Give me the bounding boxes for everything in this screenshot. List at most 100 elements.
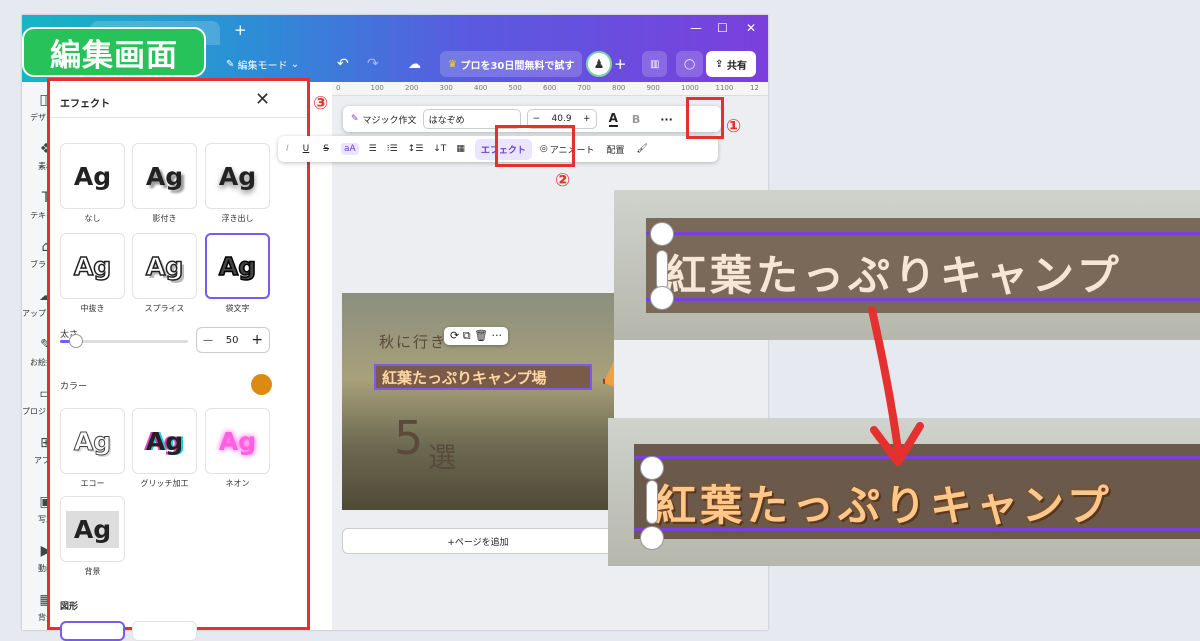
list-icon[interactable]: ⁝☰: [387, 144, 398, 154]
ruler-tick: 800: [612, 84, 626, 92]
vertical-text-icon[interactable]: ↓T: [433, 144, 446, 154]
close-window-icon[interactable]: ✕: [746, 21, 756, 35]
selection-line: [646, 232, 1200, 235]
effect-background-label: 背景: [84, 567, 101, 576]
effect-hollow-label: 中抜き: [80, 304, 105, 313]
edit-mode-label: 編集モード: [237, 60, 288, 72]
minimize-icon[interactable]: —: [690, 21, 702, 35]
resize-handle: [640, 526, 664, 550]
strikethrough-icon[interactable]: S: [323, 144, 329, 154]
thickness-stepper[interactable]: — 50 +: [196, 327, 270, 353]
try-pro-button[interactable]: ♛ プロを30日間無料で試す: [440, 51, 583, 77]
thickness-slider[interactable]: [60, 334, 188, 348]
magic-write-button[interactable]: マジック作文: [363, 113, 417, 126]
rotate-icon[interactable]: ⟳: [450, 329, 459, 342]
effect-background-text: Ag: [65, 510, 120, 548]
delete-icon[interactable]: 🗑: [474, 329, 488, 342]
zoom-after-text: 紅葉たっぷりキャンプ: [654, 481, 1113, 530]
shape-option-tile-2[interactable]: [132, 621, 197, 641]
user-avatar-icon: ♟: [586, 51, 612, 77]
insights-icon[interactable]: ▥: [642, 51, 668, 77]
add-page-button[interactable]: +ページを追加: [342, 528, 614, 554]
comment-icon[interactable]: ◯: [676, 51, 704, 77]
shape-option-tile[interactable]: [60, 621, 125, 641]
thickness-value[interactable]: 50: [226, 335, 239, 346]
effect-none-tile[interactable]: Ag: [60, 143, 125, 209]
element-more-icon[interactable]: ···: [492, 329, 503, 342]
highlight-effect-button: [495, 125, 575, 167]
transparency-icon[interactable]: ▦: [456, 144, 465, 154]
effect-background-tile[interactable]: Ag: [60, 496, 125, 562]
effect-echo-label: エコー: [80, 479, 105, 488]
effect-neon-label: ネオン: [225, 479, 250, 488]
design-subtitle[interactable]: 秋に行き: [379, 331, 447, 352]
ruler-tick: 200: [405, 84, 419, 92]
design-title-text[interactable]: 紅葉たっぷりキャンプ場: [374, 364, 592, 390]
share-button[interactable]: ⇪ 共有: [706, 51, 756, 77]
effect-echo-tile[interactable]: Ag: [60, 408, 125, 474]
design-canvas[interactable]: 秋に行き ⟳ ⧉ 🗑 ··· 紅葉たっぷりキャンプ場 ⛺ 5 選: [342, 293, 614, 510]
panel-title: エフェクト: [60, 99, 110, 110]
effect-shadow-tile[interactable]: Ag: [132, 143, 197, 209]
effect-splice-tile[interactable]: Ag: [132, 233, 197, 299]
align-icon[interactable]: ☰: [369, 144, 377, 154]
ruler-tick: 600: [543, 84, 557, 92]
crown-icon: ♛: [448, 58, 461, 70]
pencil-icon: ✎: [226, 58, 238, 70]
plus-icon[interactable]: +: [251, 332, 263, 348]
effect-glitch-label: グリッチ加工: [140, 479, 189, 488]
text-color-icon[interactable]: A: [608, 111, 618, 127]
chevron-down-icon: ⌄: [287, 58, 300, 70]
effect-hollow-tile[interactable]: Ag: [60, 233, 125, 299]
close-icon[interactable]: ✕: [255, 89, 270, 110]
plus-icon[interactable]: +: [583, 114, 591, 124]
case-icon[interactable]: aA: [340, 143, 359, 155]
duplicate-icon[interactable]: ⧉: [463, 329, 471, 342]
more-options-icon[interactable]: ···: [660, 113, 673, 126]
effect-outline-tile[interactable]: Ag: [205, 233, 270, 299]
bold-icon[interactable]: B: [632, 113, 640, 126]
ruler-tick: 400: [474, 84, 488, 92]
maximize-icon[interactable]: ☐: [717, 21, 728, 35]
minus-icon[interactable]: —: [203, 335, 213, 346]
avatar[interactable]: ♟: [586, 51, 612, 77]
cloud-save-icon[interactable]: ☁: [408, 51, 421, 77]
ruler-tick: 100: [370, 84, 384, 92]
spacing-icon[interactable]: ↕☰: [408, 144, 424, 154]
annotation-one: ①: [726, 116, 742, 137]
effect-none-label: なし: [84, 214, 101, 223]
color-label: カラー: [60, 382, 88, 392]
share-label: 共有: [726, 60, 747, 72]
element-actions: ⟳ ⧉ 🗑 ···: [444, 327, 509, 345]
paint-format-icon[interactable]: 🖌: [637, 144, 648, 154]
edit-mode-button[interactable]: ✎ 編集モード ⌄: [226, 51, 299, 77]
underline-icon[interactable]: U: [303, 144, 310, 154]
effect-lift-tile[interactable]: Ag: [205, 143, 270, 209]
thickness-slider-knob[interactable]: [69, 334, 83, 348]
annotation-two: ②: [555, 170, 571, 191]
invite-icon[interactable]: +: [614, 51, 627, 77]
shape-label: 図形: [60, 602, 79, 612]
color-swatch[interactable]: [251, 374, 272, 395]
effect-outline-label: 袋文字: [225, 304, 250, 313]
annotation-three: ③: [313, 93, 329, 114]
resize-handle: [640, 456, 664, 480]
resize-handle-bar: [646, 480, 658, 524]
minus-icon[interactable]: −: [533, 114, 541, 124]
position-button[interactable]: 配置: [607, 143, 625, 156]
font-size-value[interactable]: 40.9: [552, 114, 572, 124]
upload-share-icon: ⇪: [715, 58, 727, 70]
redo-icon[interactable]: ↷: [367, 51, 379, 77]
effect-neon-tile[interactable]: Ag: [205, 408, 270, 474]
effect-glitch-tile[interactable]: Ag: [132, 408, 197, 474]
italic-icon[interactable]: I: [286, 144, 289, 154]
try-pro-label: プロを30日間無料で試す: [460, 60, 575, 72]
effect-lift-label: 浮き出し: [221, 214, 254, 223]
design-number[interactable]: 5: [394, 411, 423, 465]
undo-icon[interactable]: ↶: [337, 51, 349, 77]
resize-handle: [650, 222, 674, 246]
new-tab-icon[interactable]: +: [234, 21, 247, 39]
effect-shadow-label: 影付き: [152, 214, 177, 223]
design-unit[interactable]: 選: [428, 436, 456, 476]
highlight-more-options: [686, 97, 724, 139]
